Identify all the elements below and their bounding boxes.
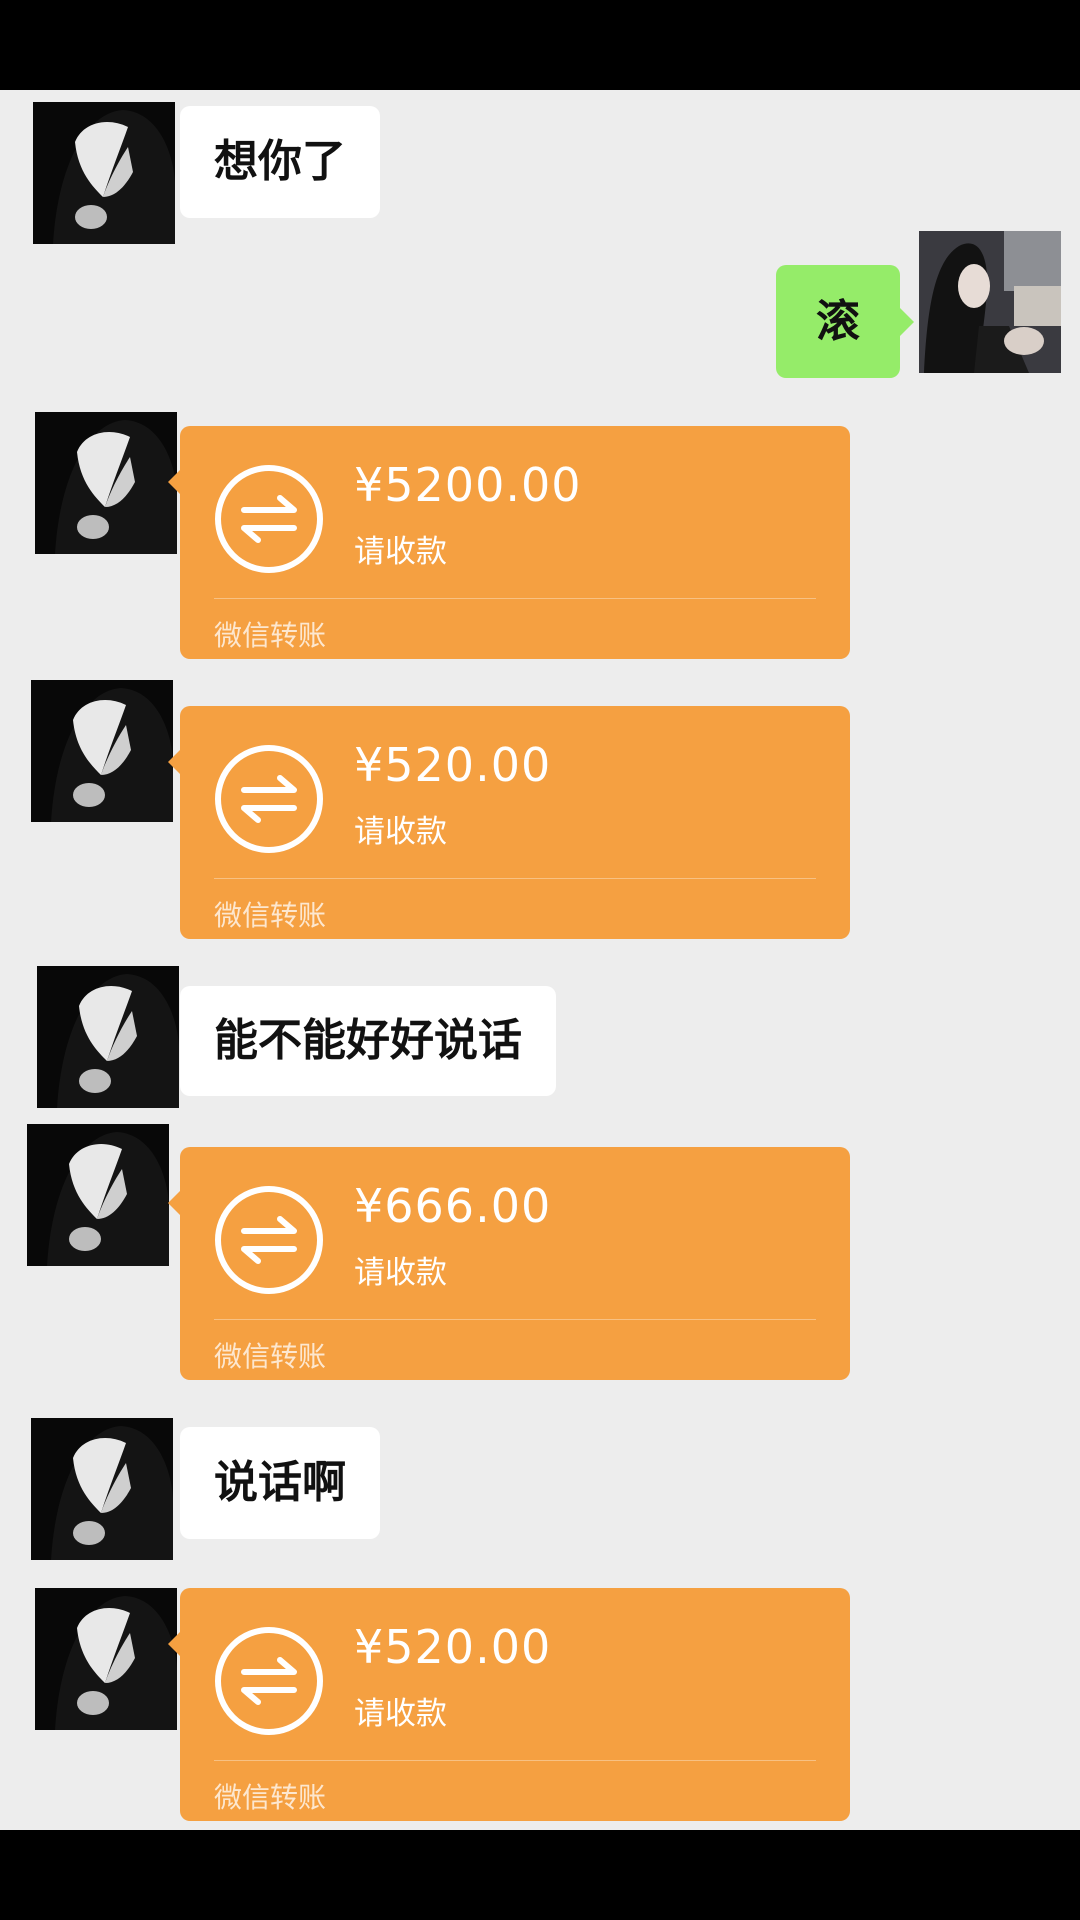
hooded-figure-avatar-icon — [31, 1418, 173, 1560]
transfer-arrows-icon — [215, 465, 323, 573]
transfer-amount: ¥5200.00 — [354, 458, 582, 512]
transfer-status: 请收款 — [354, 1255, 447, 1291]
transfer-divider — [214, 1319, 816, 1320]
transfer-amount: ¥520.00 — [354, 738, 552, 792]
bubble-tail — [168, 750, 180, 774]
hooded-figure-avatar-icon — [37, 966, 179, 1108]
contact-avatar[interactable] — [33, 102, 175, 244]
bubble-tail — [168, 1191, 180, 1215]
transfer-amount: ¥666.00 — [354, 1179, 552, 1233]
message-text-bubble[interactable]: 能不能好好说话 — [180, 986, 556, 1096]
transfer-status: 请收款 — [354, 814, 447, 850]
bubble-tail — [168, 470, 180, 494]
message-text: 想你了 — [214, 136, 346, 187]
transfer-divider — [214, 1760, 816, 1761]
transfer-footer: 微信转账 — [214, 899, 327, 932]
hooded-figure-avatar-icon — [31, 680, 173, 822]
message-text-bubble[interactable]: 想你了 — [180, 106, 380, 218]
transfer-arrows-icon — [215, 1627, 323, 1735]
transfer-footer: 微信转账 — [214, 619, 327, 652]
my-message-bubble[interactable]: 滚 — [776, 265, 914, 378]
transfer-arrows-icon — [215, 1186, 323, 1294]
transfer-card[interactable]: ¥5200.00 请收款 微信转账 — [168, 426, 850, 659]
message-text: 滚 — [816, 295, 860, 347]
transfer-divider — [214, 878, 816, 879]
transfer-arrows-icon — [215, 745, 323, 853]
hooded-figure-avatar-icon — [33, 102, 175, 244]
transfer-divider — [214, 598, 816, 599]
transfer-status: 请收款 — [354, 534, 447, 570]
transfer-card[interactable]: ¥520.00 请收款 微信转账 — [168, 706, 850, 939]
transfer-footer: 微信转账 — [214, 1340, 327, 1373]
contact-avatar[interactable] — [31, 680, 173, 822]
hooded-figure-avatar-icon — [35, 1588, 177, 1730]
bubble-tail — [168, 1632, 180, 1656]
girl-photo-avatar-icon — [919, 231, 1061, 373]
message-text-bubble[interactable]: 说话啊 — [180, 1427, 380, 1539]
transfer-card[interactable]: ¥666.00 请收款 微信转账 — [168, 1147, 850, 1380]
message-text: 能不能好好说话 — [214, 1015, 522, 1066]
contact-avatar[interactable] — [27, 1124, 169, 1266]
message-text: 说话啊 — [214, 1457, 346, 1508]
transfer-card[interactable]: ¥520.00 请收款 微信转账 — [168, 1588, 850, 1821]
contact-avatar[interactable] — [35, 1588, 177, 1730]
transfer-status: 请收款 — [354, 1696, 447, 1732]
transfer-footer: 微信转账 — [214, 1781, 327, 1814]
hooded-figure-avatar-icon — [35, 412, 177, 554]
chat-area[interactable]: 想你了 滚 ¥5200.00 请收款 微信转账 ¥520.00 请收款 微信转账… — [0, 90, 1080, 1830]
my-avatar[interactable] — [919, 231, 1061, 373]
contact-avatar[interactable] — [35, 412, 177, 554]
contact-avatar[interactable] — [37, 966, 179, 1108]
contact-avatar[interactable] — [31, 1418, 173, 1560]
hooded-figure-avatar-icon — [27, 1124, 169, 1266]
transfer-amount: ¥520.00 — [354, 1620, 552, 1674]
